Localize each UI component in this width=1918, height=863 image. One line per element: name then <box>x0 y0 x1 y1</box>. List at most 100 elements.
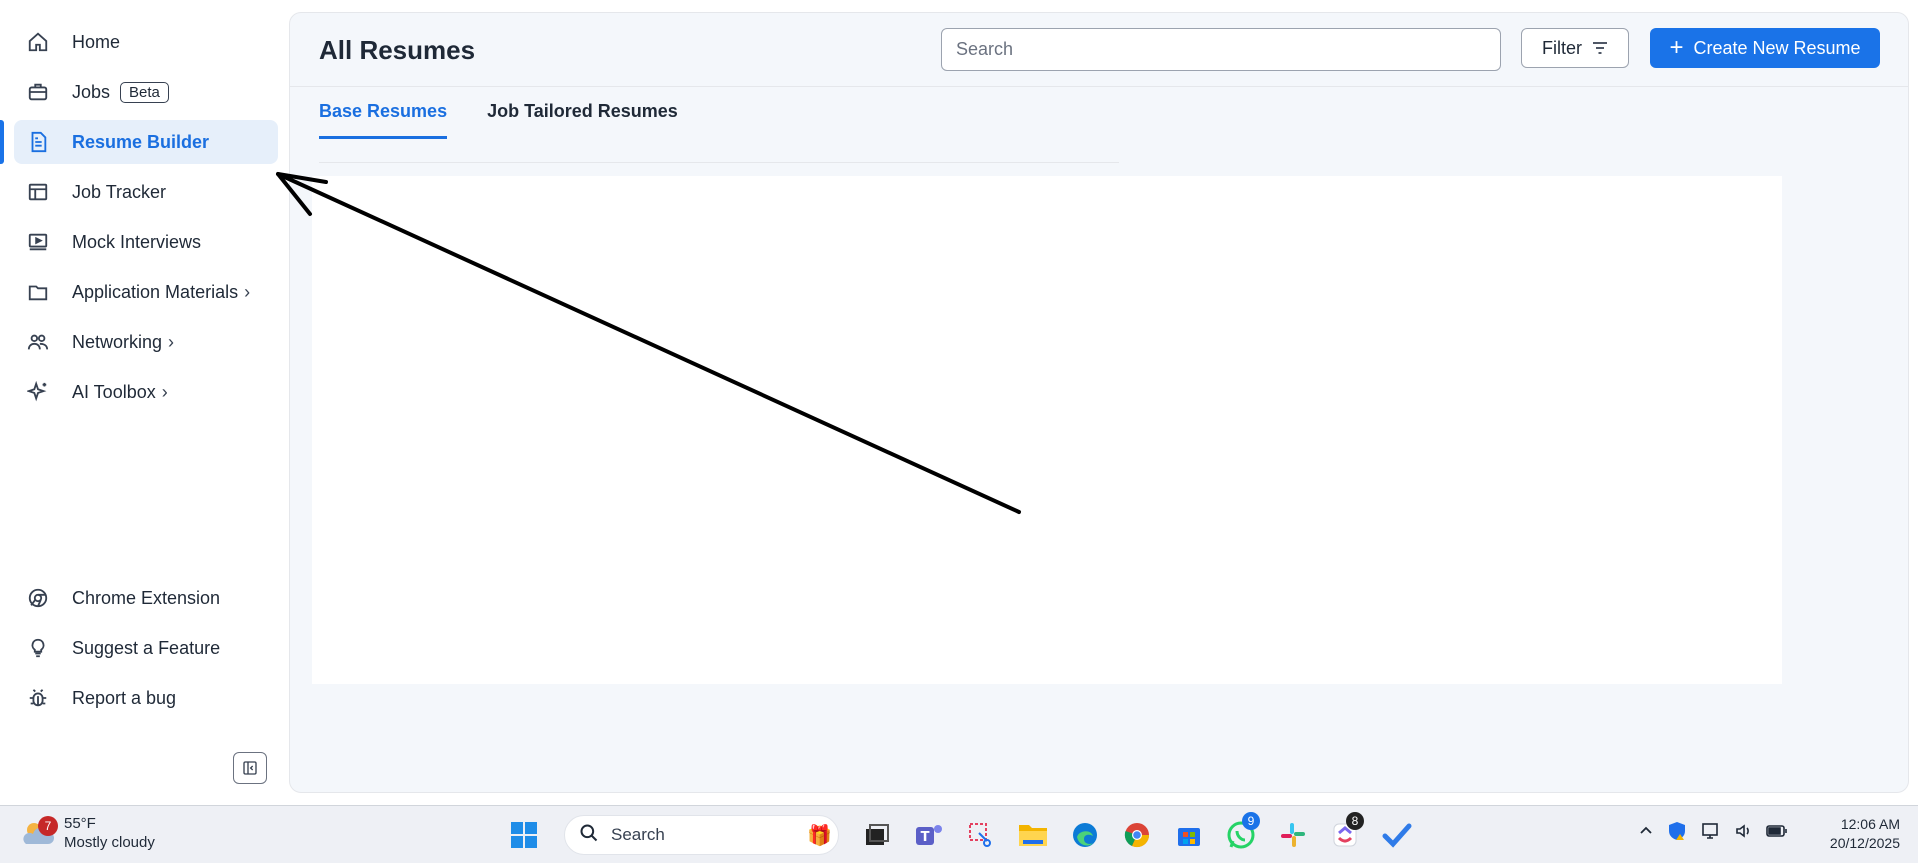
volume-icon[interactable] <box>1734 821 1754 841</box>
collapse-sidebar-button[interactable] <box>233 752 267 784</box>
resume-list-area <box>312 176 1782 684</box>
clock[interactable]: 12:06 AM 20/12/2025 <box>1812 815 1900 853</box>
chevron-right-icon: › <box>168 331 175 352</box>
search-placeholder: Search <box>956 39 1014 59</box>
sidebar-item-label: Job Tracker <box>72 181 167 202</box>
sidebar-item-jobs[interactable]: Jobs Beta <box>14 70 278 114</box>
weather-condition: Mostly cloudy <box>64 834 155 851</box>
sidebar-item-label: Chrome Extension <box>72 587 221 608</box>
chevron-right-icon: › <box>244 281 251 302</box>
windows-taskbar: 7 55°F Mostly cloudy Search 🎁 T 9 8 12:0… <box>0 805 1918 863</box>
clock-date: 20/12/2025 <box>1829 835 1900 851</box>
search-icon <box>579 823 599 848</box>
edge-icon <box>1073 823 1097 847</box>
clock-time: 12:06 AM <box>1840 816 1900 832</box>
teams-app[interactable]: T <box>908 814 950 856</box>
sidebar-item-label: AI Toolbox <box>72 381 156 402</box>
sidebar-item-label: Networking <box>72 331 163 352</box>
weather-alert-badge: 7 <box>38 816 58 836</box>
windows-logo-icon <box>511 822 537 848</box>
document-icon <box>26 130 50 154</box>
page-title: All Resumes <box>319 35 476 65</box>
sidebar-item-resume-builder[interactable]: Resume Builder <box>0 120 278 164</box>
beta-badge: Beta <box>120 81 169 103</box>
slack-app[interactable] <box>1272 814 1314 856</box>
table-icon <box>26 180 50 204</box>
chevron-up-icon[interactable] <box>1638 823 1654 839</box>
sidebar-item-chrome-extension[interactable]: Chrome Extension <box>14 576 278 620</box>
create-new-resume-button[interactable]: + Create New Resume <box>1650 28 1880 68</box>
sidebar-item-label: Application Materials <box>72 281 239 302</box>
search-input[interactable]: Search <box>941 28 1501 71</box>
resume-tabs: Base Resumes Job Tailored Resumes <box>319 101 718 139</box>
gifts-icon: 🎁 <box>807 824 832 847</box>
slack-icon <box>1281 823 1305 847</box>
folder-icon <box>26 280 50 304</box>
sidebar-item-home[interactable]: Home <box>14 20 278 64</box>
sidebar-item-job-tracker[interactable]: Job Tracker <box>14 170 278 214</box>
filter-label: Filter <box>1542 37 1582 58</box>
file-explorer-app[interactable] <box>1012 814 1054 856</box>
sidebar-collapse-icon <box>243 761 257 775</box>
tab-base-resumes[interactable]: Base Resumes <box>319 101 448 139</box>
taskbar-search-label: Search <box>611 825 665 844</box>
main-panel: All Resumes Search Filter + Create New R… <box>289 12 1909 793</box>
taskbar-search[interactable]: Search 🎁 <box>564 815 839 855</box>
folder-icon <box>1019 825 1047 846</box>
whatsapp-app[interactable]: 9 <box>1220 812 1262 856</box>
cloud-icon: 7 <box>20 816 58 848</box>
checkmark-icon <box>1382 823 1412 848</box>
plus-icon: + <box>1669 34 1684 61</box>
weather-temp: 55°F <box>64 815 96 832</box>
chevron-right-icon: › <box>161 381 168 402</box>
home-icon <box>26 30 50 54</box>
network-icon[interactable] <box>1700 821 1722 841</box>
sidebar-item-networking[interactable]: Networking › <box>14 320 278 364</box>
sparkle-icon <box>26 380 50 404</box>
sidebar-bottom-nav: Chrome Extension Suggest a Feature Repor… <box>14 576 278 726</box>
security-shield-icon[interactable] <box>1666 820 1688 842</box>
edge-app[interactable] <box>1064 814 1106 856</box>
main-header: All Resumes Search Filter + Create New R… <box>290 13 1908 87</box>
whatsapp-count-badge: 9 <box>1242 812 1260 830</box>
sidebar-item-label: Suggest a Feature <box>72 637 221 658</box>
filter-button[interactable]: Filter <box>1521 28 1629 68</box>
bug-icon <box>26 686 50 710</box>
chrome-icon <box>1124 823 1150 848</box>
taskbar-apps: Search 🎁 T 9 8 <box>498 812 1423 856</box>
task-view-button[interactable] <box>856 814 898 856</box>
people-icon <box>26 330 50 354</box>
sidebar-item-label: Jobs <box>72 81 111 102</box>
sidebar-item-application-materials[interactable]: Application Materials › <box>14 270 278 314</box>
windows-start-button[interactable] <box>503 814 545 856</box>
sidebar-item-label: Home <box>72 31 121 52</box>
sidebar-item-report-bug[interactable]: Report a bug <box>14 676 278 720</box>
sidebar-item-label: Mock Interviews <box>72 231 202 252</box>
store-icon <box>1178 828 1200 846</box>
svg-text:T: T <box>921 830 930 845</box>
briefcase-icon <box>26 80 50 104</box>
sidebar-item-label: Resume Builder <box>72 131 210 152</box>
filter-icon <box>1592 41 1608 55</box>
sidebar-nav: Home Jobs Beta Resume Builder Job Tracke… <box>0 20 278 420</box>
microsoft-store-app[interactable] <box>1168 814 1210 856</box>
weather-text: 55°F Mostly cloudy <box>64 814 155 852</box>
weather-widget[interactable]: 7 55°F Mostly cloudy <box>20 814 155 852</box>
chrome-app[interactable] <box>1116 814 1158 856</box>
sidebar-item-mock-interviews[interactable]: Mock Interviews <box>14 220 278 264</box>
sidebar-item-suggest-feature[interactable]: Suggest a Feature <box>14 626 278 670</box>
clickup-app[interactable]: 8 <box>1324 812 1366 856</box>
todo-app[interactable] <box>1376 814 1418 856</box>
teams-icon: T <box>916 825 942 845</box>
battery-icon[interactable] <box>1766 824 1788 838</box>
snipping-tool-app[interactable] <box>960 814 1002 856</box>
sidebar-item-label: Report a bug <box>72 687 177 708</box>
tab-job-tailored-resumes[interactable]: Job Tailored Resumes <box>487 101 678 139</box>
snipping-tool-icon <box>969 823 991 847</box>
sidebar: Home Jobs Beta Resume Builder Job Tracke… <box>0 0 288 805</box>
app-count-badge: 8 <box>1346 812 1364 830</box>
create-label: Create New Resume <box>1693 37 1861 58</box>
tabs-divider <box>319 162 1119 163</box>
task-view-icon <box>866 824 889 845</box>
sidebar-item-ai-toolbox[interactable]: AI Toolbox › <box>14 370 278 414</box>
